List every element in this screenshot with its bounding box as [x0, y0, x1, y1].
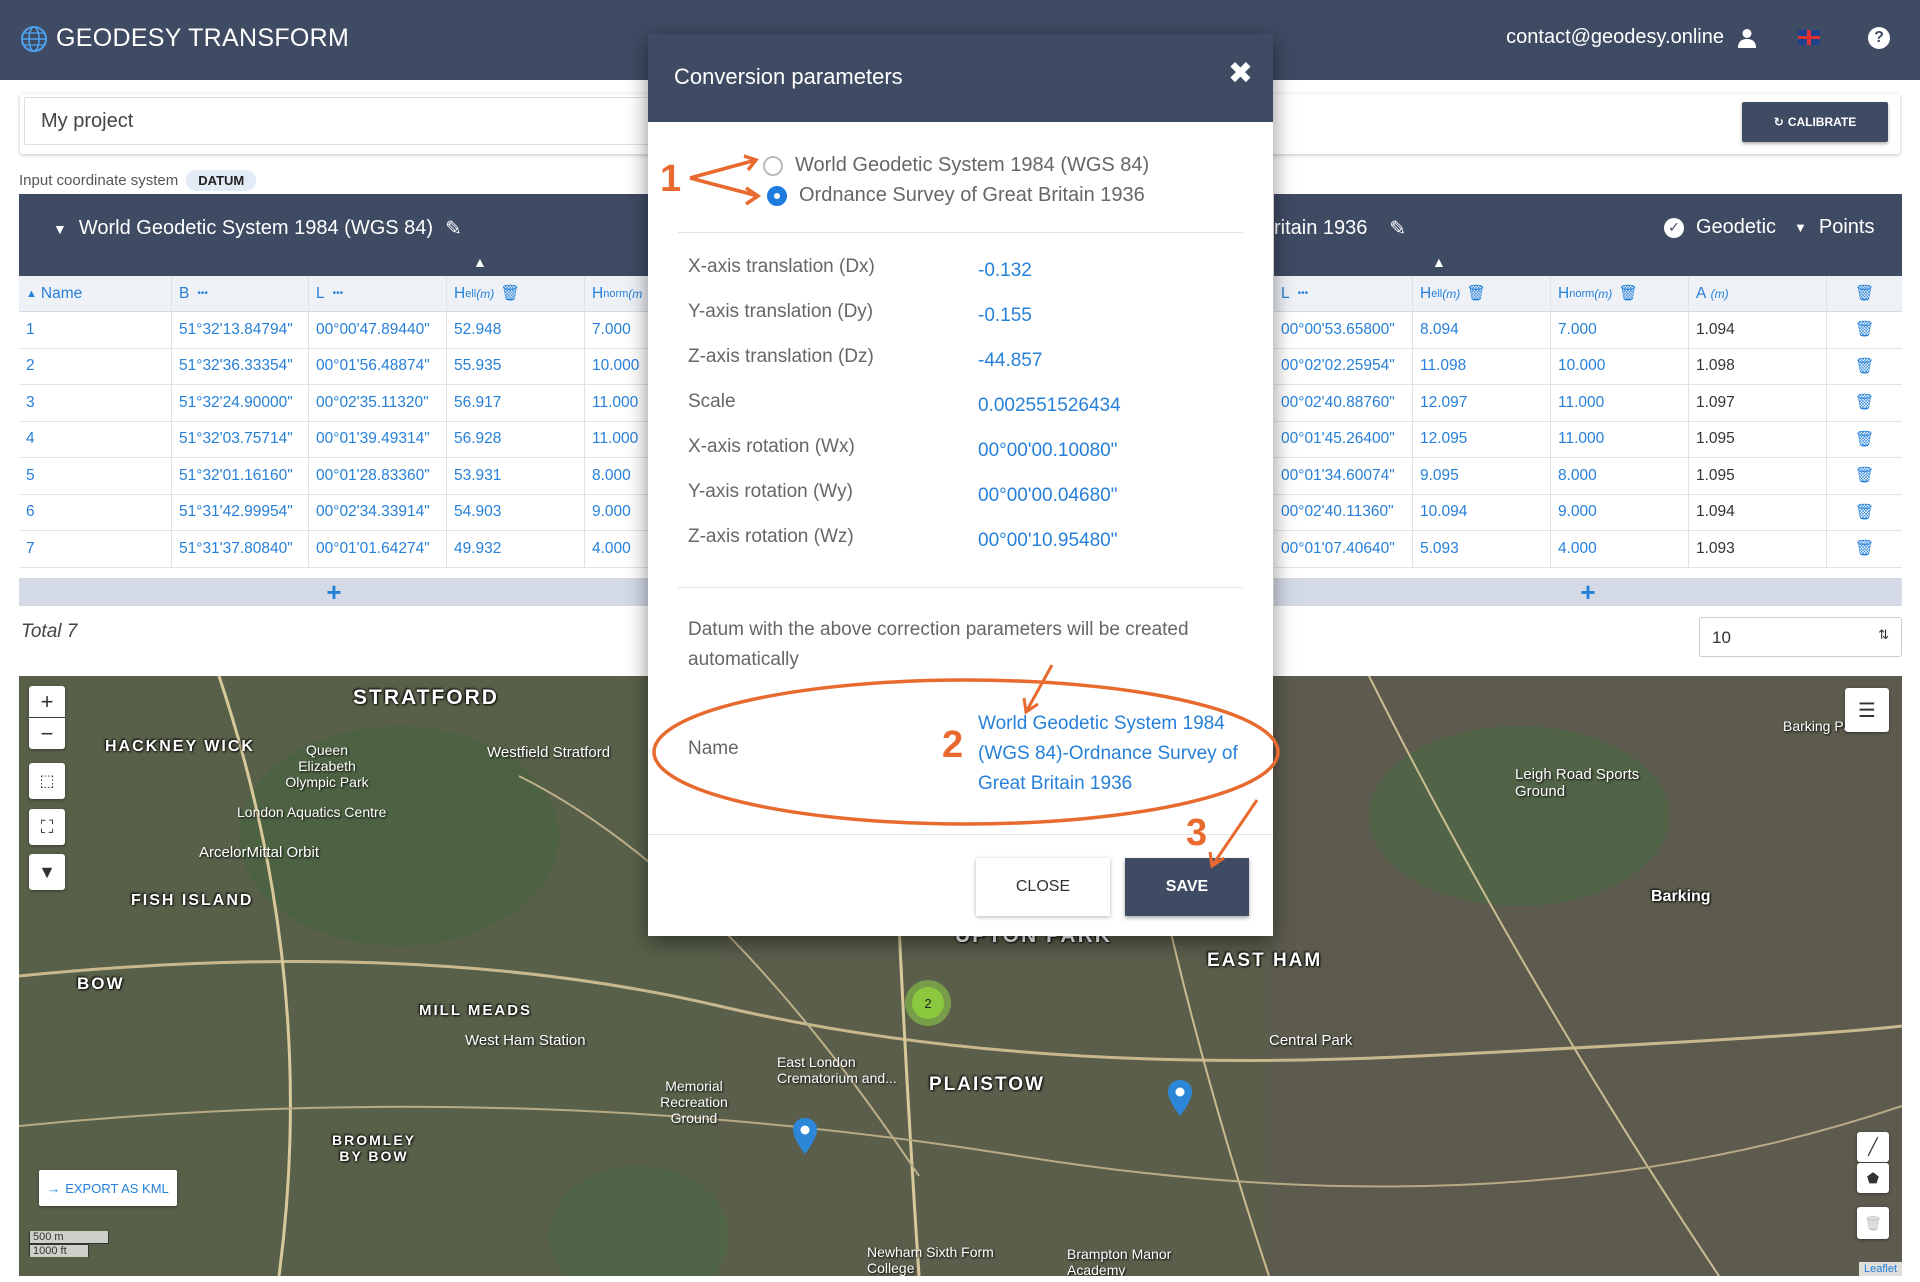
- save-button[interactable]: SAVE: [1125, 858, 1249, 916]
- param-value-wx[interactable]: 00°00'00.10080": [978, 440, 1118, 462]
- param-label-dz: Z-axis translation (Dz): [688, 346, 874, 367]
- close-button[interactable]: CLOSE: [976, 858, 1110, 916]
- param-label-scale: Scale: [688, 391, 736, 412]
- param-label-wz: Z-axis rotation (Wz): [688, 526, 854, 547]
- name-label: Name: [688, 738, 739, 759]
- annotation-number-1: 1: [660, 158, 682, 200]
- param-value-dy[interactable]: -0.155: [978, 305, 1032, 327]
- param-label-wx: X-axis rotation (Wx): [688, 436, 855, 457]
- param-value-scale[interactable]: 0.002551526434: [978, 395, 1121, 417]
- divider: [678, 232, 1243, 233]
- modal-header: Conversion parameters ✖: [648, 34, 1273, 122]
- datum-name-value[interactable]: World Geodetic System 1984 (WGS 84)-Ordn…: [978, 709, 1238, 799]
- annotation-number-2: 2: [942, 724, 964, 766]
- datum-note: Datum with the above correction paramete…: [688, 619, 1189, 670]
- param-value-wz[interactable]: 00°00'10.95480": [978, 530, 1118, 552]
- conversion-parameters-dialog: Conversion parameters ✖ World Geodetic S…: [648, 34, 1273, 936]
- param-value-dx[interactable]: -0.132: [978, 260, 1032, 282]
- modal-title: Conversion parameters: [674, 64, 903, 89]
- divider: [648, 834, 1273, 835]
- param-label-dy: Y-axis translation (Dy): [688, 301, 874, 322]
- param-label-wy: Y-axis rotation (Wy): [688, 481, 853, 502]
- param-label-dx: X-axis translation (Dx): [688, 256, 875, 277]
- radio-wgs84[interactable]: World Geodetic System 1984 (WGS 84): [763, 154, 1149, 177]
- modal-overlay: Conversion parameters ✖ World Geodetic S…: [0, 0, 1920, 1282]
- radio-button[interactable]: [763, 155, 783, 176]
- radio-osgb36[interactable]: Ordnance Survey of Great Britain 1936: [767, 184, 1145, 207]
- annotation-number-3: 3: [1186, 812, 1208, 854]
- radio-button-checked[interactable]: [767, 185, 787, 206]
- param-value-wy[interactable]: 00°00'00.04680": [978, 485, 1118, 507]
- close-icon[interactable]: ✖: [1228, 56, 1253, 91]
- divider: [678, 587, 1243, 588]
- param-value-dz[interactable]: -44.857: [978, 350, 1042, 372]
